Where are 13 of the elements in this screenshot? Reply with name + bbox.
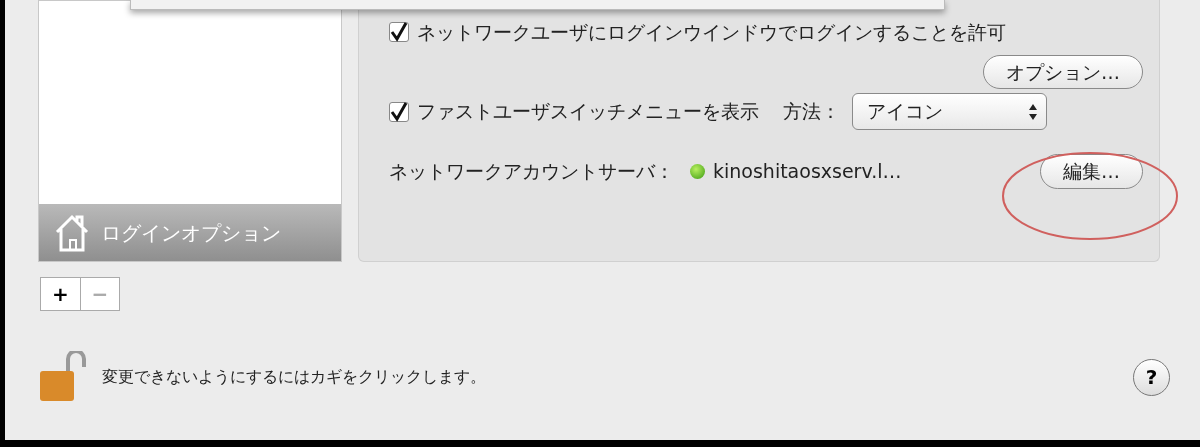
method-label: 方法：	[783, 99, 840, 125]
server-label: ネットワークアカウントサーバ：	[389, 159, 674, 184]
stepper-arrows-icon	[1028, 102, 1038, 121]
checkbox[interactable]	[389, 22, 409, 43]
lock-message: 変更できないようにするにはカギをクリックします。	[102, 366, 486, 388]
help-button[interactable]: ?	[1133, 358, 1170, 396]
checkbox-label: ファストユーザスイッチメニューを表示	[417, 99, 759, 125]
server-name: kinoshitaosxserv.l…	[713, 159, 902, 184]
checkbox[interactable]	[389, 101, 409, 122]
checkbox-label: ネットワークユーザにログインウインドウでログインすることを許可	[417, 20, 1006, 45]
options-button[interactable]: オプション…	[983, 54, 1143, 89]
edit-button[interactable]: 編集…	[1040, 154, 1143, 189]
method-popup[interactable]: アイコン	[852, 93, 1047, 130]
